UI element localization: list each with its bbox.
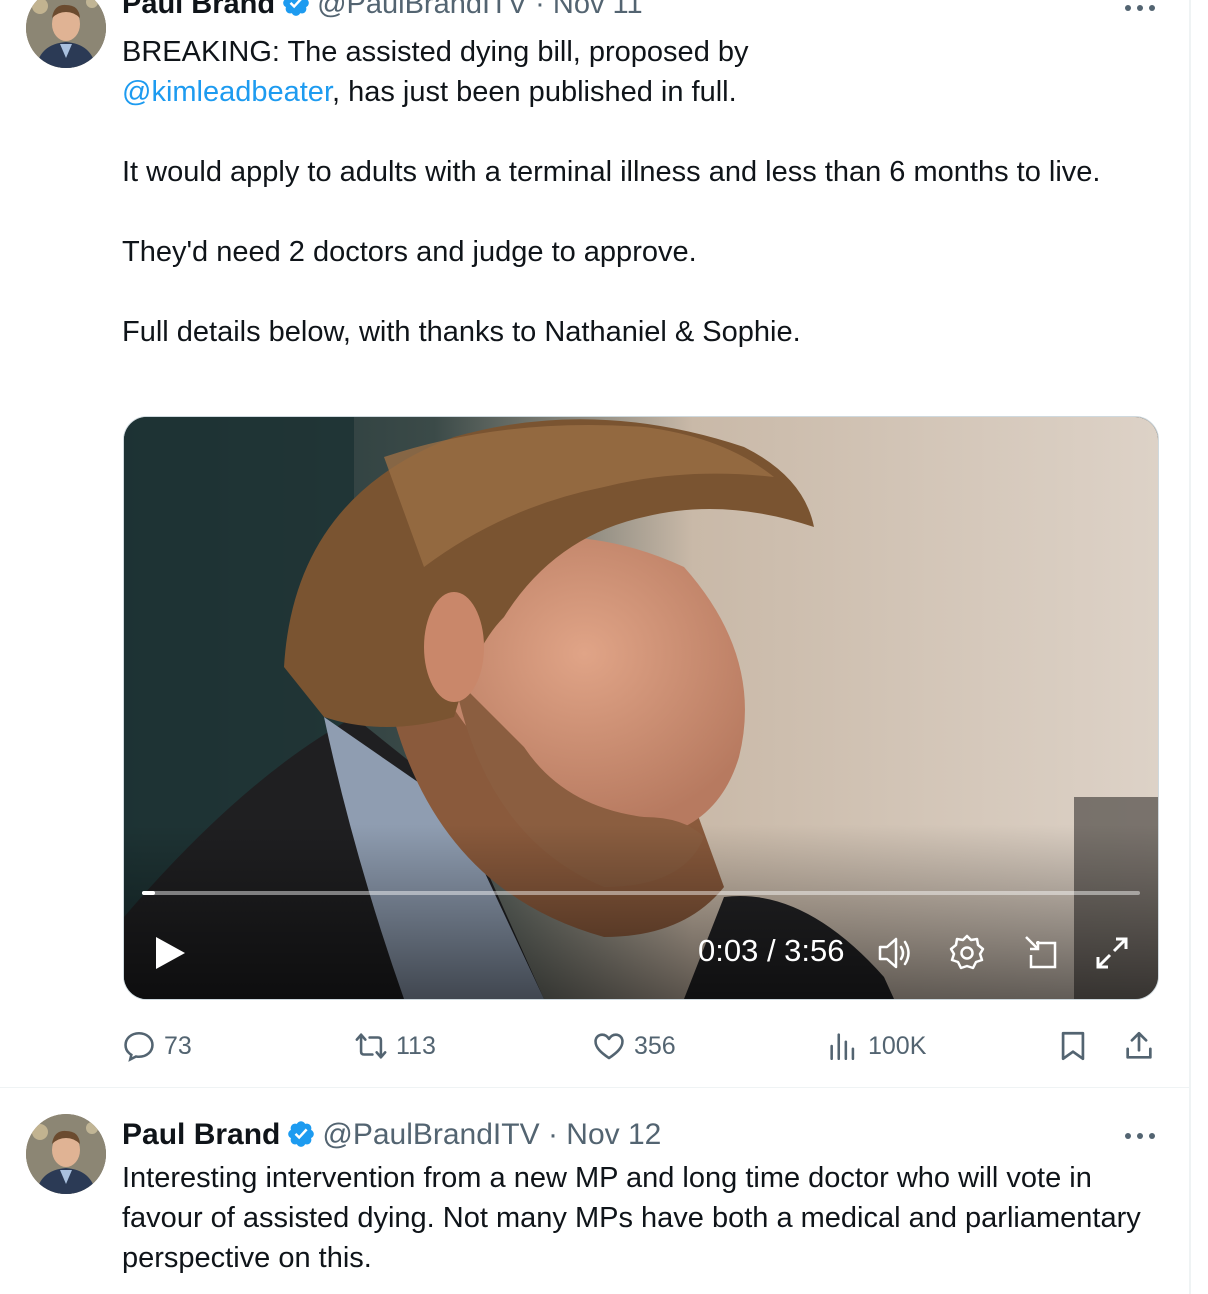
repost-button[interactable]: 113 [354,1024,436,1068]
tweet-actions: 73 113 356 100K [122,1024,1162,1068]
author-avatar[interactable] [26,0,106,68]
tweet-body: Interesting intervention from a new MP a… [122,1158,1162,1278]
separator-dot: · [547,1118,558,1151]
avatar-photo [26,1114,106,1194]
tweet-body: BREAKING: The assisted dying bill, propo… [122,32,1152,352]
tweet-paragraph-1: BREAKING: The assisted dying bill, propo… [122,32,1152,112]
author-name[interactable]: Paul Brand [122,1118,280,1151]
views-icon [830,1033,855,1061]
author-handle[interactable]: @PaulBrandITV [322,1118,539,1151]
tweet-paragraph-1: Interesting intervention from a new MP a… [122,1162,1141,1274]
views-button[interactable]: 100K [826,1024,926,1068]
like-button[interactable]: 356 [592,1024,676,1068]
tweet-divider [0,1087,1190,1088]
timeline: Paul Brand @PaulBrandITV · Nov 11 BREAKIN… [0,0,1208,1294]
author-name[interactable]: Paul Brand [122,0,275,20]
more-icon[interactable] [1122,1130,1158,1142]
tweet-paragraph-2: It would apply to adults with a terminal… [122,156,1101,188]
separator-dot: · [535,0,545,20]
mention-link[interactable]: @kimleadbeater [122,76,332,108]
fullscreen-icon[interactable] [1092,933,1132,973]
verified-badge-icon [288,1121,315,1147]
tweet-text-segment: , has just been published in full. [332,76,737,108]
author-avatar[interactable] [26,1114,106,1194]
reply-button[interactable]: 73 [122,1024,192,1068]
reply-icon [124,1031,154,1062]
heart-icon [594,1033,624,1060]
tweet-header: Paul Brand @PaulBrandITV · Nov 12 [122,1116,661,1154]
verified-badge-icon [283,0,309,16]
video-frame [124,417,1158,999]
column-border [1189,0,1191,1294]
play-icon[interactable] [152,935,188,971]
like-count: 356 [634,1031,676,1060]
video-player[interactable]: 0:03 / 3:56 [123,416,1159,1000]
tweet-date[interactable]: Nov 11 [553,0,643,20]
share-icon [1126,1031,1152,1059]
author-handle[interactable]: @PaulBrandITV [317,0,527,20]
video-progress-fill [142,891,155,895]
reply-count: 73 [164,1031,192,1060]
share-button[interactable] [1122,1024,1164,1068]
dock-icon[interactable] [1022,933,1062,973]
tweet-date[interactable]: Nov 12 [566,1118,661,1151]
tweet-text-segment: BREAKING: The assisted dying bill, propo… [122,36,749,68]
more-icon[interactable] [1122,2,1158,14]
views-count: 100K [868,1031,927,1060]
video-time: 0:03 / 3:56 [698,933,845,968]
repost-count: 113 [396,1031,436,1060]
avatar-photo [26,0,106,68]
volume-icon[interactable] [876,933,916,973]
bookmark-button[interactable] [1056,1024,1098,1068]
repost-icon [355,1033,387,1059]
bookmark-icon [1061,1031,1085,1061]
gear-icon[interactable] [947,933,987,973]
tweet-paragraph-4: Full details below, with thanks to Natha… [122,316,801,348]
video-progress-bar[interactable] [142,891,1140,895]
tweet-header: Paul Brand @PaulBrandITV · Nov 11 [122,0,643,22]
tweet-paragraph-3: They'd need 2 doctors and judge to appro… [122,236,697,268]
